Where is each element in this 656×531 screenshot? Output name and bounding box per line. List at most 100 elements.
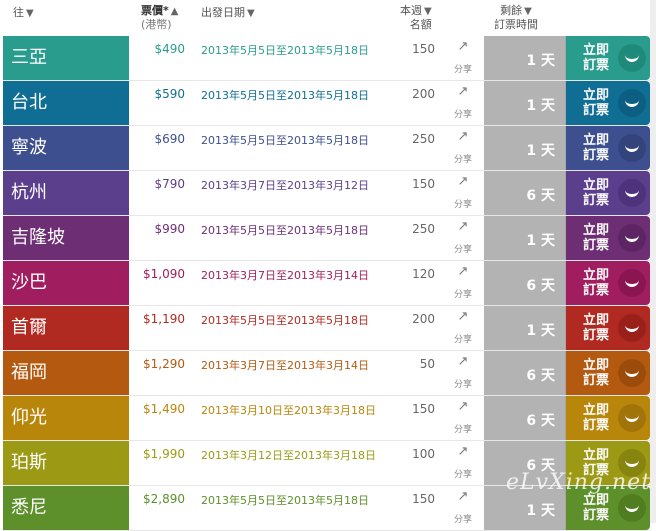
destination-label[interactable]: 首爾 [3, 306, 129, 350]
header-price-currency: (港幣) [141, 18, 172, 31]
price-value: $590 [154, 87, 185, 101]
date-range: 2013年5月5日至2013年5月18日 [201, 224, 369, 237]
share-arrow-icon: ↗ [457, 264, 469, 279]
smile-icon [618, 314, 646, 342]
price-value: $790 [154, 177, 185, 191]
price-value: $690 [154, 132, 185, 146]
table-row[interactable]: 沙巴 $1,090 2013年3月7日至2013年3月14日 120 ↗ 分享 6 天 立即訂… [3, 261, 650, 306]
remaining-time: 1 天 [484, 306, 566, 350]
header-price[interactable]: 票價* ▲ (港幣) [141, 4, 178, 31]
table-row[interactable]: 福岡 $1,290 2013年3月7日至2013年3月14日 50 ↗ 分享 6 天 立即 訂票 [3, 351, 650, 396]
remaining-time-value: 6 天 [526, 413, 555, 429]
book-now-button[interactable]: 立即 訂票 [566, 126, 650, 170]
book-now-label: 立即 訂票 [582, 403, 609, 433]
share-arrow-icon: ↗ [457, 39, 469, 54]
header-date[interactable]: 出發日期 ▼ [201, 6, 255, 20]
table-row[interactable]: 吉隆坡 $990 2013年5月5日至2013年5月18日 250 ↗ 分享 1 天 立即 訂票 [3, 216, 650, 261]
book-now-label: 立即 訂票 [582, 178, 609, 208]
destination-label[interactable]: 台北 [3, 81, 129, 125]
date-range: 2013年3月10日至2013年3月18日 [201, 404, 376, 417]
destination-label[interactable]: 悉尼 [3, 486, 129, 530]
table-row[interactable]: 首爾 $1,190 2013年5月5日至2013年5月18日 200 ↗ 分享 1 天 立即訂… [3, 306, 650, 351]
share-arrow-icon: ↗ [457, 354, 469, 369]
remaining-time: 1 天 [484, 36, 566, 80]
header-remaining[interactable]: 剩餘 ▼ 訂票時間 [494, 4, 538, 31]
remaining-time-value: 1 天 [526, 143, 555, 159]
header-destination[interactable]: 往 ▼ [13, 6, 34, 20]
book-now-button[interactable]: 立即 訂票 [566, 81, 650, 125]
share-button[interactable]: ↗ 分享 [449, 354, 477, 391]
destination-label[interactable]: 沙巴 [3, 261, 129, 305]
destination-label[interactable]: 吉隆坡 [3, 216, 129, 260]
book-now-button[interactable]: 立即 訂票 [566, 396, 650, 440]
share-button[interactable]: ↗ 分享 [449, 85, 477, 121]
smile-icon [618, 494, 646, 522]
share-button[interactable]: ↗ 分享 [449, 309, 477, 346]
price-value: $490 [154, 42, 185, 56]
share-button[interactable]: ↗ 分享 [449, 175, 477, 211]
smile-icon [618, 179, 646, 207]
book-now-label: 立即 訂票 [582, 223, 609, 253]
book-now-button[interactable]: 立即 訂票 [566, 306, 650, 350]
date-range: 2013年5月5日至2013年5月18日 [201, 314, 369, 327]
table-row[interactable]: 台北 $590 2013年5月5日至2013年5月18日 200 ↗ 分享 1 天 立即 訂票 [3, 81, 650, 126]
smile-icon [618, 134, 646, 162]
table-row[interactable]: 杭州 $790 2013年3月7日至2013年3月12日 150 ↗ 分享 6 天 立即 訂票 [3, 171, 650, 216]
share-button[interactable]: ↗ 分享 [449, 400, 477, 436]
price-value: $2,890 [143, 492, 185, 506]
book-now-label: 立即 訂票 [582, 88, 609, 118]
quota-value: 200 [412, 312, 435, 326]
share-arrow-icon: ↗ [457, 489, 469, 504]
date-range: 2013年3月12日至2013年3月18日 [201, 449, 376, 462]
quota-value: 150 [412, 402, 435, 416]
date-range: 2013年5月5日至2013年5月18日 [201, 89, 369, 102]
share-button[interactable]: ↗ 分享 [449, 39, 477, 76]
share-label: 分享 [453, 200, 472, 210]
table-header: 往 ▼ 票價* ▲ (港幣) 出發日期 ▼ 本週 ▼ 名額 剩餘 ▼ 訂票時間 [0, 0, 656, 36]
book-now-button[interactable]: 立即 訂票 [566, 36, 650, 80]
share-button[interactable]: ↗ 分享 [449, 220, 477, 256]
share-label: 分享 [453, 65, 472, 75]
book-now-label: 立即 訂票 [582, 268, 609, 298]
book-now-label: 立即 訂票 [582, 358, 609, 388]
scrollbar[interactable] [650, 0, 656, 523]
book-now-button[interactable]: 立即 訂票 [566, 261, 650, 305]
remaining-time-value: 6 天 [526, 278, 555, 294]
share-label: 分享 [453, 290, 472, 300]
header-quota-label: 本週 [400, 4, 422, 17]
remaining-time: 1 天 [484, 81, 566, 125]
destination-label[interactable]: 仰光 [3, 396, 129, 440]
remaining-time-value: 1 天 [526, 98, 555, 114]
smile-icon [618, 269, 646, 297]
remaining-time: 6 天 [484, 171, 566, 215]
share-button[interactable]: ↗ 分享 [449, 489, 477, 526]
quota-value: 150 [412, 492, 435, 506]
destination-label[interactable]: 寧波 [3, 126, 129, 170]
book-now-button[interactable]: 立即 訂票 [566, 171, 650, 215]
share-arrow-icon: ↗ [457, 309, 469, 324]
deal-rows: 三亞 $490 2013年5月5日至2013年5月18日 150 ↗ 分享 1 天立即 訂票台… [3, 36, 650, 531]
price-value: $990 [154, 222, 185, 236]
share-label: 分享 [453, 470, 472, 480]
destination-label[interactable]: 杭州 [3, 171, 129, 215]
date-range: 2013年5月5日至2013年5月18日 [201, 494, 369, 507]
table-row[interactable]: 寧波 $690 2013年5月5日至2013年5月18日 250 ↗ 分享 1 天 立即 訂票 [3, 126, 650, 171]
share-button[interactable]: ↗ 分享 [449, 130, 477, 166]
table-row[interactable]: 三亞 $490 2013年5月5日至2013年5月18日 150 ↗ 分享 1 天 立即 訂票 [3, 36, 650, 81]
destination-label[interactable]: 三亞 [3, 36, 129, 80]
smile-icon [618, 224, 646, 252]
smile-icon [618, 359, 646, 387]
book-now-button[interactable]: 立即 訂票 [566, 216, 650, 260]
destination-label[interactable]: 珀斯 [3, 441, 129, 485]
share-button[interactable]: ↗ 分享 [449, 445, 477, 481]
destination-label[interactable]: 福岡 [3, 351, 129, 395]
sort-down-icon: ▼ [26, 8, 34, 19]
share-button[interactable]: ↗ 分享 [449, 264, 477, 301]
header-quota[interactable]: 本週 ▼ 名額 [400, 4, 432, 31]
table-row[interactable]: 仰光 $1,490 2013年3月10日至2013年3月18日 150 ↗ 分享 6 天 立即… [3, 396, 650, 441]
quota-value: 150 [412, 42, 435, 56]
book-now-button[interactable]: 立即 訂票 [566, 351, 650, 395]
price-value: $1,290 [143, 357, 185, 371]
watermark: eLvXing.net [506, 470, 652, 495]
price-value: $1,990 [143, 447, 185, 461]
